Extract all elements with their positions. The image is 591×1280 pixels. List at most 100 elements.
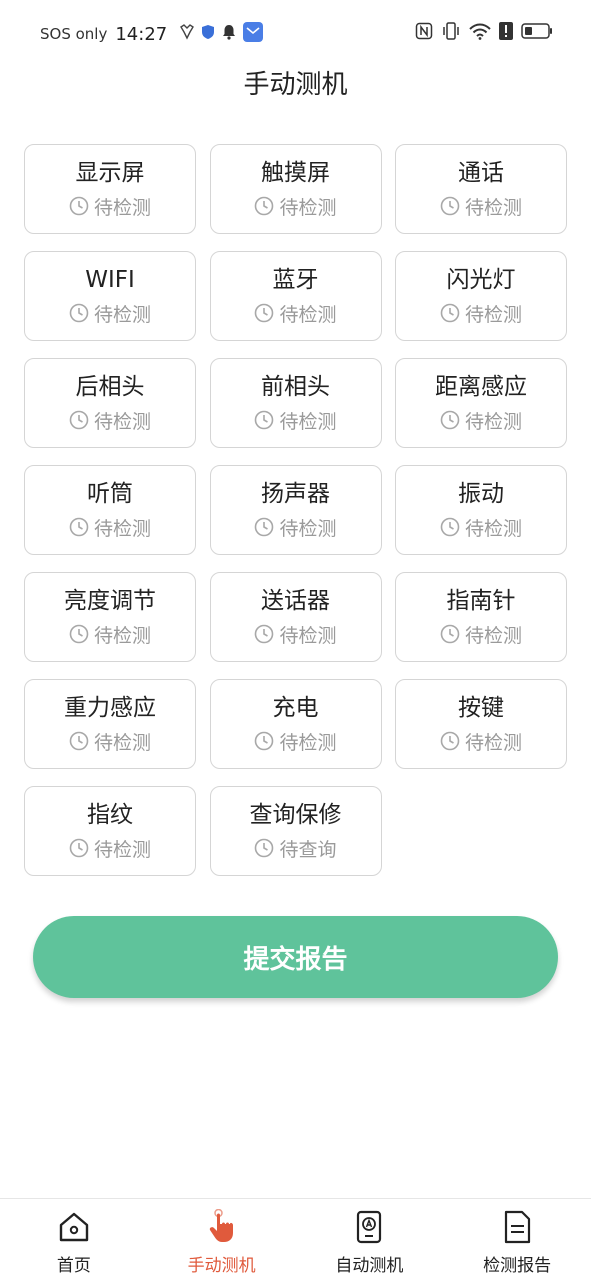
test-item-name: 闪光灯 [446,266,516,293]
test-item-rear-camera[interactable]: 后相头 待检测 [24,358,196,448]
test-item-status: 待检测 [279,303,337,326]
nav-item-manual-test[interactable]: 手动测机 [148,1199,296,1280]
status-bar: SOS only 14:27 [0,0,591,66]
test-item-name: 后相头 [75,373,145,400]
auto-test-icon [357,1210,382,1244]
app-notification-icon [179,24,195,44]
clock-icon [69,731,89,751]
test-item-microphone[interactable]: 送话器 待检测 [209,572,382,662]
test-item-name: 前相头 [261,373,330,400]
test-item-name: WIFI [85,266,135,293]
clock-icon [69,838,89,858]
test-item-touchscreen[interactable]: 触摸屏 待检测 [209,144,382,234]
test-grid: 显示屏 待检测 触摸屏 待检测 通话 待检测 WIFI 待检测 蓝牙 待检测 闪… [24,144,567,876]
submit-report-button[interactable]: 提交报告 [33,916,558,998]
battery-icon [521,22,553,44]
clock-icon [255,624,274,644]
report-icon [505,1210,531,1244]
test-item-status: 待检测 [279,196,337,219]
test-item-status: 待检测 [93,517,151,540]
bottom-nav: 首页 手动测机 自动测机 检测报告 [0,1198,591,1280]
clock-icon [69,517,89,537]
test-item-status: 待检测 [93,410,151,433]
test-item-name: 扬声器 [261,480,330,507]
test-item-call[interactable]: 通话 待检测 [395,144,567,234]
nav-item-report[interactable]: 检测报告 [443,1199,591,1280]
test-item-proximity[interactable]: 距离感应 待检测 [395,358,567,448]
clock-icon [69,303,89,323]
test-item-name: 通话 [458,159,504,186]
test-item-status: 待检测 [93,838,151,861]
test-item-name: 显示屏 [75,159,145,186]
test-item-name: 距离感应 [435,373,527,400]
clock-time: 14:27 [115,23,168,45]
clock-icon [255,410,274,430]
nav-item-home[interactable]: 首页 [0,1199,148,1280]
test-item-compass[interactable]: 指南针 待检测 [395,572,567,662]
clock-icon [255,838,274,858]
test-item-status: 待检测 [464,196,522,219]
test-item-charging[interactable]: 充电 待检测 [209,679,382,769]
test-item-name: 蓝牙 [272,266,319,293]
test-item-status: 待检测 [279,410,337,433]
test-item-name: 触摸屏 [261,159,330,186]
test-item-name: 听筒 [87,480,133,507]
home-icon [59,1212,89,1242]
test-item-status: 待检测 [464,624,522,647]
test-item-flashlight[interactable]: 闪光灯 待检测 [395,251,567,341]
test-item-name: 振动 [458,480,504,507]
test-item-status: 待检测 [279,731,337,754]
clock-icon [69,624,89,644]
clock-icon [440,196,460,216]
test-item-status: 待检测 [93,303,151,326]
vibrate-icon [441,22,461,44]
test-item-fingerprint[interactable]: 指纹 待检测 [24,786,196,876]
test-item-name: 按键 [458,694,504,721]
test-item-status: 待检测 [279,517,337,540]
test-item-wifi[interactable]: WIFI 待检测 [24,251,196,341]
test-item-warranty[interactable]: 查询保修 待查询 [209,786,382,876]
nav-label: 手动测机 [187,1256,256,1276]
test-item-speaker[interactable]: 扬声器 待检测 [209,465,382,555]
test-item-status: 待检测 [464,303,522,326]
nav-label: 检测报告 [483,1256,552,1276]
test-item-bluetooth[interactable]: 蓝牙 待检测 [209,251,382,341]
test-item-name: 送话器 [261,587,330,614]
clock-icon [255,731,274,751]
test-item-earpiece[interactable]: 听筒 待检测 [24,465,196,555]
test-item-brightness[interactable]: 亮度调节 待检测 [24,572,196,662]
nfc-icon [415,22,433,44]
test-item-name: 指南针 [446,587,516,614]
test-item-status: 待检测 [93,624,151,647]
shield-icon [201,24,215,44]
bell-icon [221,24,237,44]
test-item-vibration[interactable]: 振动 待检测 [395,465,567,555]
test-item-status: 待检测 [464,731,522,754]
wifi-icon [469,22,491,44]
clock-icon [255,196,274,216]
clock-icon [255,303,274,323]
test-item-status: 待检测 [464,410,522,433]
test-item-buttons[interactable]: 按键 待检测 [395,679,567,769]
test-item-display[interactable]: 显示屏 待检测 [24,144,196,234]
nav-label: 首页 [56,1256,91,1276]
test-item-status: 待检测 [93,196,151,219]
test-item-name: 亮度调节 [64,587,156,614]
test-item-name: 查询保修 [249,801,342,828]
nav-item-auto-test[interactable]: 自动测机 [296,1199,444,1280]
test-item-name: 重力感应 [64,694,156,721]
clock-icon [69,196,89,216]
test-item-status: 待检测 [464,517,522,540]
test-item-name: 指纹 [87,801,133,828]
test-item-gravity-sensor[interactable]: 重力感应 待检测 [24,679,196,769]
hand-pointer-icon [209,1209,233,1242]
clock-icon [440,731,460,751]
clock-icon [440,303,460,323]
clock-icon [440,624,460,644]
test-item-name: 充电 [272,694,319,721]
test-item-front-camera[interactable]: 前相头 待检测 [209,358,382,448]
clock-icon [440,410,460,430]
carrier-text: SOS only [40,25,108,43]
test-item-status: 待查询 [279,838,337,861]
clock-icon [255,517,274,537]
